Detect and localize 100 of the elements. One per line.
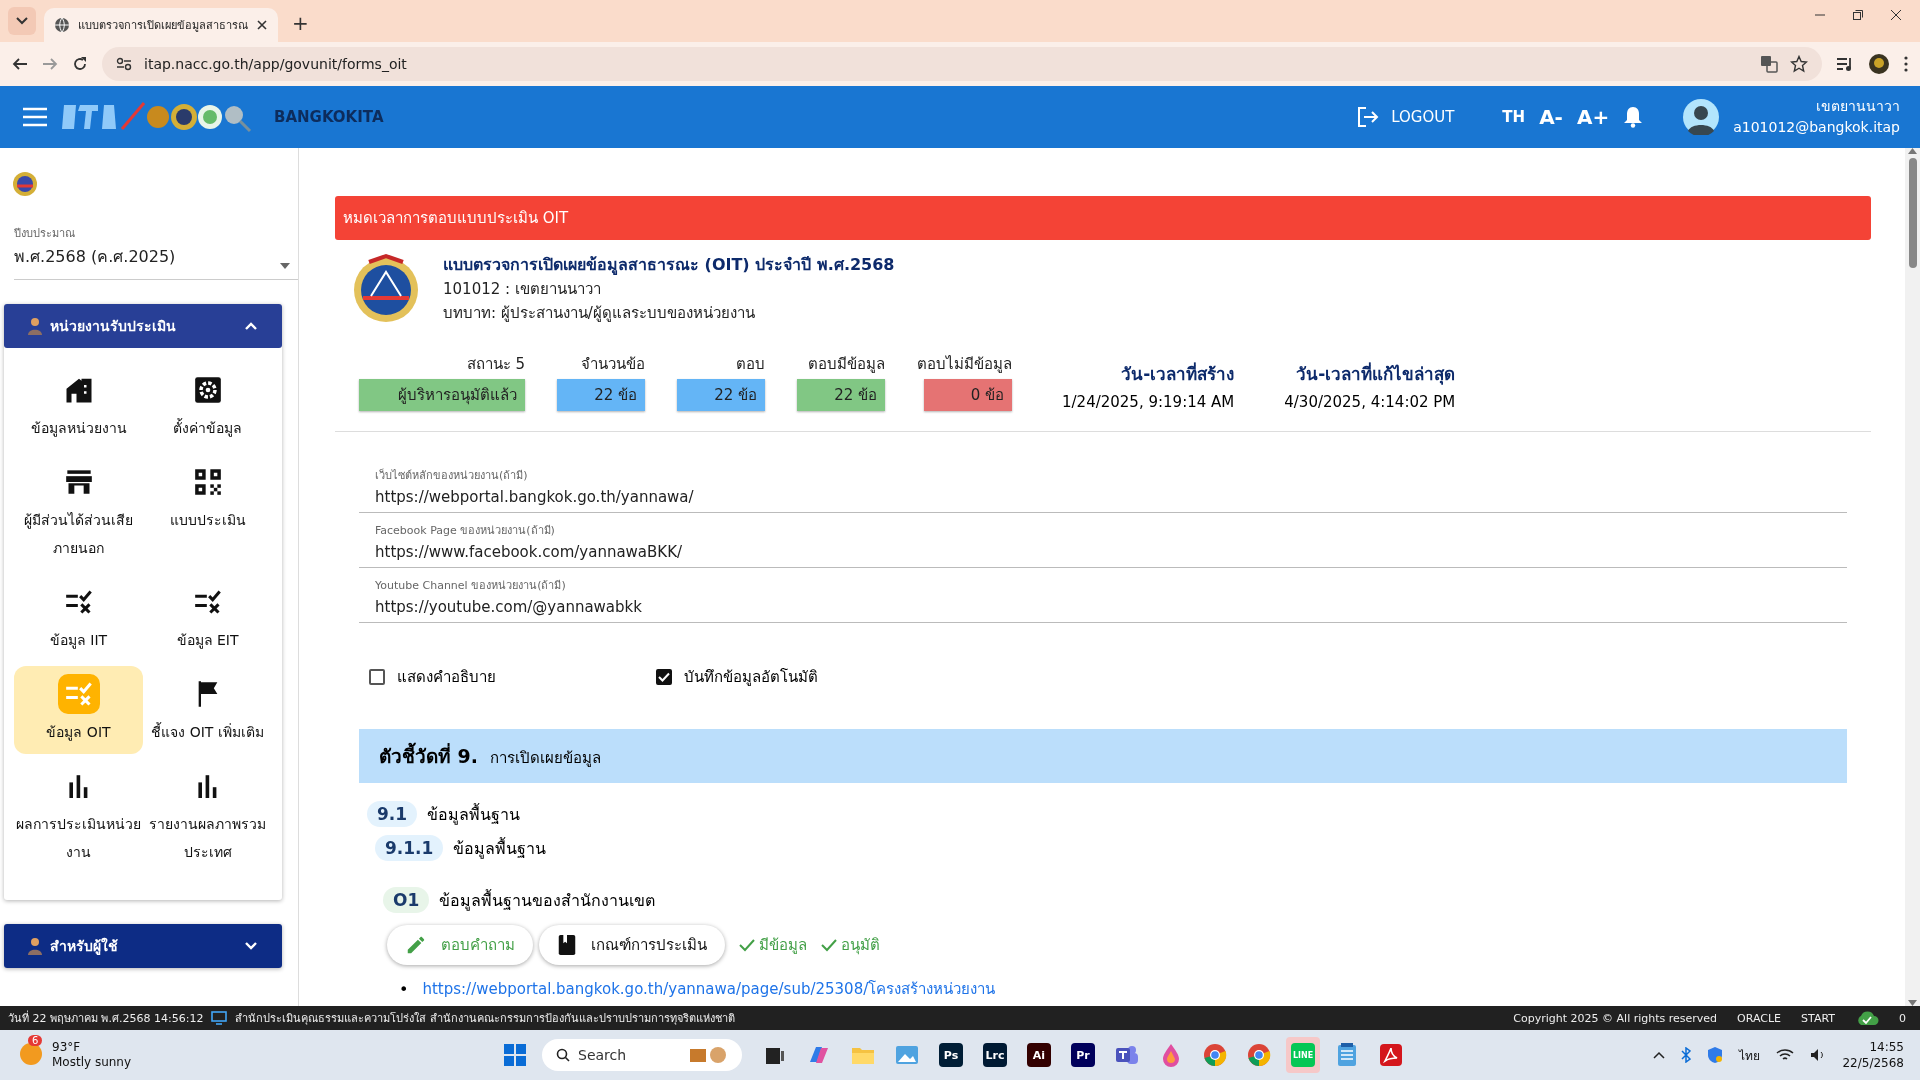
clock[interactable]: 14:55 22/5/2568 <box>1842 1039 1904 1071</box>
increase-font-button[interactable]: A+ <box>1576 105 1610 129</box>
menu-item[interactable]: รายงานผลภาพรวมประเทศ <box>143 758 272 874</box>
restore-icon[interactable] <box>1852 9 1864 21</box>
status-count: 0 <box>1899 1011 1906 1025</box>
menu-item[interactable]: ชี้แจง OIT เพิ่มเติม <box>143 666 272 754</box>
user-avatar[interactable] <box>1683 99 1720 135</box>
language-switch[interactable]: TH <box>1502 108 1526 126</box>
input-language[interactable]: ไทย <box>1739 1045 1761 1065</box>
app-icon: Ps <box>939 1043 963 1067</box>
section-header[interactable]: สำหรับผู้ใช้ <box>4 924 282 968</box>
menu-item[interactable]: ข้อมูลหน่วยงาน <box>14 362 143 450</box>
user-name: เขตยานนาวา <box>1815 97 1900 116</box>
fiscal-year-select[interactable]: ปีงบประมาณ พ.ศ.2568 (ค.ศ.2025) <box>14 224 298 280</box>
menu-item[interactable]: ข้อมูล IIT <box>14 574 143 662</box>
wifi-icon[interactable] <box>1776 1048 1795 1062</box>
status-text: มีข้อมูล <box>759 935 807 956</box>
logout-button[interactable]: LOGOUT <box>1351 106 1461 128</box>
menu-item[interactable]: แบบประเมิน <box>143 454 272 570</box>
more-icon[interactable] <box>1904 56 1908 72</box>
media-icon[interactable] <box>1836 56 1854 72</box>
item-title: ข้อมูลพื้นฐานของสำนักงานเขต <box>439 888 656 913</box>
shield-icon[interactable] <box>1707 1046 1724 1064</box>
taskbar-app[interactable]: Ai <box>1022 1037 1056 1073</box>
checkbox[interactable] <box>656 669 672 685</box>
search-field[interactable]: Search <box>542 1039 742 1071</box>
app-icon: Lrc <box>983 1043 1007 1067</box>
role-text: บทบาท: ผู้ประสานงาน/ผู้ดูแลระบบของหน่วยงาน <box>443 303 756 324</box>
user-icon <box>28 317 42 335</box>
scrollbar[interactable] <box>1905 148 1920 1006</box>
new-tab-button[interactable]: + <box>286 11 315 35</box>
chrome-icon <box>1247 1043 1271 1067</box>
taskbar-app[interactable]: Ps <box>934 1037 968 1073</box>
menu-item[interactable]: ผลการประเมินหน่วยงาน <box>14 758 143 874</box>
cloud-check-icon <box>1855 1010 1879 1026</box>
link[interactable]: https://webportal.bangkok.go.th/yannawa/page/sub/25308/โครงสร้างหน่วยงาน <box>422 977 996 1001</box>
decrease-font-button[interactable]: A- <box>1539 105 1563 129</box>
close-icon[interactable] <box>1890 9 1902 21</box>
checkbox[interactable] <box>369 669 385 685</box>
bluetooth-icon[interactable] <box>1681 1047 1692 1063</box>
monitor-icon <box>211 1011 228 1025</box>
stat-badge: 22 ข้อ <box>677 379 765 411</box>
back-icon[interactable] <box>12 56 28 72</box>
menu-icon[interactable] <box>22 107 48 127</box>
star-icon[interactable] <box>1790 55 1808 73</box>
date-label: วัน-เวลาที่สร้าง <box>1121 361 1235 386</box>
stat-badge: 22 ข้อ <box>797 379 885 411</box>
checkbox-label: แสดงคำอธิบาย <box>397 667 496 688</box>
profile-avatar-icon[interactable] <box>1868 53 1890 75</box>
form-title: แบบตรวจการเปิดเผยข้อมูลสาธารณะ (OIT) ประจำปี พ.ศ.2568 <box>443 254 895 277</box>
translate-icon[interactable] <box>1760 55 1778 73</box>
stat-label: ตอบมีข้อมูล <box>808 354 885 375</box>
check-icon <box>739 938 755 952</box>
stat-badge: 22 ข้อ <box>557 379 645 411</box>
check-icon <box>821 938 837 952</box>
item-title: ข้อมูลพื้นฐาน <box>453 836 547 861</box>
search-highlight-drawing <box>688 1045 728 1065</box>
reload-icon[interactable] <box>72 56 88 72</box>
browser-tab[interactable]: แบบตรวจการเปิดเผยข้อมูลสาธารณ <box>44 8 278 42</box>
copilot-icon <box>807 1044 831 1066</box>
app-icon: Pr <box>1071 1043 1095 1067</box>
text-field[interactable]: เว็บไซต์หลักของหน่วยงาน(ถ้ามี) https://webportal.bangkok.go.th/yannawa/ <box>359 458 1847 513</box>
menu-item[interactable]: ตั้งค่าข้อมูล <box>143 362 272 450</box>
paint-drop-icon <box>1160 1043 1182 1067</box>
taskbar-app[interactable]: Pr <box>1066 1037 1100 1073</box>
checkbox-label: บันทึกข้อมูลอัตโนมัติ <box>684 667 818 688</box>
dropdown-arrow-icon <box>280 263 290 269</box>
stat-badge: 0 ข้อ <box>924 379 1012 411</box>
text-field[interactable]: Facebook Page ของหน่วยงาน(ถ้ามี) https://www.facebook.com/yannawaBKK/ <box>359 513 1847 568</box>
photos-icon <box>895 1045 919 1065</box>
menu-item[interactable]: ข้อมูล OIT <box>14 666 143 754</box>
menu-item[interactable]: ผู้มีส่วนได้ส่วนเสียภายนอก <box>14 454 143 570</box>
chevron-up-icon[interactable] <box>1653 1051 1666 1059</box>
notification-badge: 6 <box>28 1034 43 1046</box>
pdf-app-icon <box>1379 1043 1403 1067</box>
scrollbar-thumb[interactable] <box>1908 158 1917 268</box>
search-icon <box>556 1048 570 1062</box>
criteria-button[interactable]: เกณฑ์การประเมิน <box>539 925 725 965</box>
weather-text: Mostly sunny <box>52 1055 132 1070</box>
bullet: • <box>399 979 409 999</box>
site-name: BANGKOKITA <box>274 108 384 126</box>
item-number: 9.1 <box>367 801 418 827</box>
user-email: a101012@bangkok.itap <box>1733 118 1900 137</box>
unit-text: 101012 : เขตยานนาวา <box>443 279 602 300</box>
taskbar-app[interactable]: Lrc <box>978 1037 1012 1073</box>
qr-code-icon <box>193 468 222 496</box>
address-bar[interactable]: itap.nacc.go.th/app/govunit/forms_oit <box>102 47 1822 81</box>
globe-icon <box>54 17 70 33</box>
emblem-icon <box>10 170 40 198</box>
stat-label: ตอบไม่มีข้อมูล <box>917 354 1012 375</box>
bell-icon[interactable] <box>1623 106 1644 128</box>
text-field[interactable]: Youtube Channel ของหน่วยงาน(ถ้ามี) https://youtube.com/@yannawabkk <box>359 568 1847 623</box>
task-view-icon <box>765 1045 785 1065</box>
menu-item[interactable]: ข้อมูล EIT <box>143 574 272 662</box>
close-icon[interactable] <box>256 19 268 31</box>
folder-icon <box>851 1045 875 1065</box>
section-header[interactable]: หน่วยงานรับประเมิน <box>4 304 282 348</box>
tab-list-chevron-icon[interactable] <box>16 17 28 25</box>
date-value: 4/30/2025, 4:14:02 PM <box>1284 393 1456 411</box>
teams-icon <box>1115 1044 1139 1066</box>
